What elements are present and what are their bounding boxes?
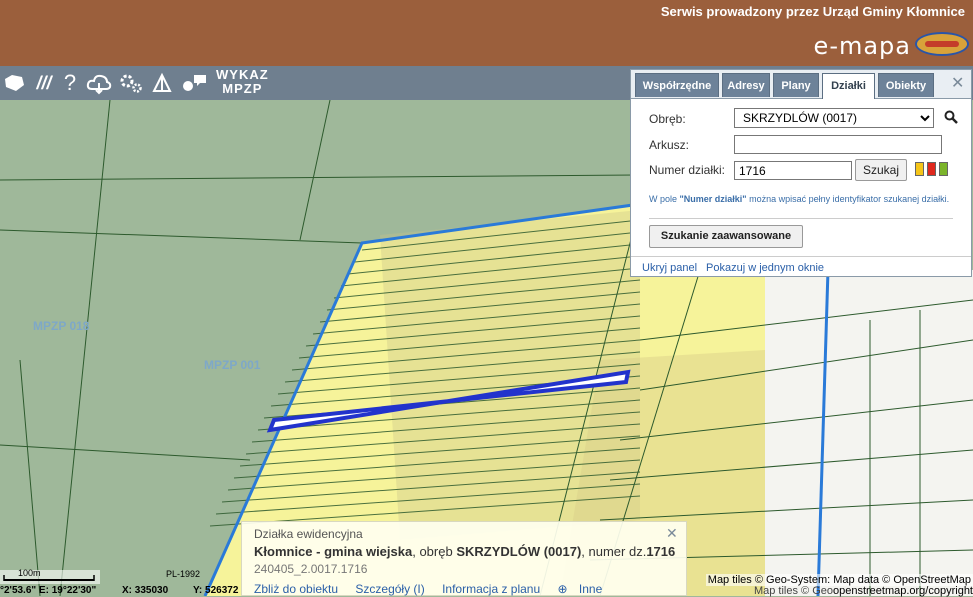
plus-circle-icon[interactable]: ⊕ [558,582,568,596]
comment-icon[interactable] [180,69,208,97]
plan-info-link[interactable]: Informacja z planu [442,582,540,596]
x-coordinate: X: 335030 [122,585,169,596]
settings-icon[interactable] [118,69,144,97]
scale-label: 100m [18,568,41,578]
hint-bold: "Numer działki" [679,194,747,204]
emapa-logo[interactable]: e-mapa [814,32,911,60]
details-link[interactable]: Szczegóły (I) [355,582,424,596]
numer-dzialki-label: Numer działki: [649,163,726,177]
search-panel: Współrzędne Adresy Plany Działki Obiekty… [630,69,972,277]
hint-prefix: W pole [649,194,680,204]
panel-tab-bar: Współrzędne Adresy Plany Działki Obiekty… [631,70,971,99]
tab-adresy[interactable]: Adresy [722,73,770,97]
info-obreb: SKRZYDLÓW (0017) [456,544,582,559]
y-coordinate: Y: 526372 [193,585,239,596]
map-label-mpzp-018: MPZP 018 [33,319,90,333]
color-swatch-red[interactable] [927,162,936,176]
info-identifier: 240405_2.0017.1716 [254,562,368,576]
cloud-icon[interactable] [86,69,112,97]
divider [649,218,953,219]
service-text: Serwis prowadzony przez Urząd Gminy Kłom… [660,4,965,19]
wykaz-label: WYKAZ [216,67,269,82]
tab-wspolrzedne[interactable]: Współrzędne [635,73,719,97]
search-hint: W pole "Numer działki" można wpisać pełn… [649,194,949,204]
tab-dzialki[interactable]: Działki [822,73,875,99]
obreb-label: Obręb: [649,112,686,126]
divider [631,256,971,257]
info-numer-prefix: , numer dz. [581,544,647,559]
tab-plany[interactable]: Plany [773,73,819,97]
obreb-select[interactable]: SKRZYDLÓW (0017) [734,108,934,128]
advanced-search-button[interactable]: Szukanie zaawansowane [649,225,803,248]
arkusz-input[interactable] [734,135,942,154]
info-obreb-prefix: , obręb [412,544,457,559]
color-swatch-yellow[interactable] [915,162,924,176]
geosystem-logo-icon [915,32,969,56]
info-links: Zbliż do obiektu Szczegóły (I) Informacj… [254,582,616,596]
single-window-link[interactable]: Pokazuj w jednym oknie [706,262,824,274]
app-header: Serwis prowadzony przez Urząd Gminy Kłom… [0,0,973,66]
numer-dzialki-input[interactable] [734,161,852,180]
lines-icon[interactable]: /// [32,69,56,97]
arkusz-label: Arkusz: [649,138,690,152]
parcel-info-popup: Działka ewidencyjna ✕ Kłomnice - gmina w… [241,521,687,596]
projection-select[interactable]: PL-1992 [166,569,200,579]
hint-suffix: można wpisać pełny identyfikator szukane… [746,194,950,204]
wykaz-mpzp-button[interactable]: WYKAZ MPZP [216,68,269,96]
info-numer: 1716 [646,544,676,559]
layers-icon[interactable] [2,69,26,97]
info-title: Działka ewidencyjna [254,527,363,541]
color-swatch-green[interactable] [939,162,948,176]
search-icon[interactable] [944,110,958,127]
info-description: Kłomnice - gmina wiejska, obręb SKRZYDLÓ… [254,544,675,559]
tab-obiekty[interactable]: Obiekty [878,73,934,97]
geo-coordinates: °2'53.6" E: 19°22'30" [0,585,97,596]
map-label-mpzp-001: MPZP 001 [204,358,261,372]
osm-copyright-link[interactable]: openstreetmap.org/copyright [833,585,973,597]
hide-panel-link[interactable]: Ukryj panel [642,262,697,274]
close-icon[interactable]: ✕ [951,73,964,93]
mpzp-label: MPZP [222,81,263,96]
search-button[interactable]: Szukaj [855,159,907,181]
info-gmina: Kłomnice - gmina wiejska [254,544,413,559]
other-link[interactable]: Inne [579,582,602,596]
zoom-to-object-link[interactable]: Zbliż do obiektu [254,582,338,596]
measure-icon[interactable] [150,69,174,97]
map-attribution-fragment: Map tiles © Geo [753,585,833,597]
close-icon[interactable]: ✕ [666,525,678,542]
help-icon[interactable]: ? [60,69,80,97]
